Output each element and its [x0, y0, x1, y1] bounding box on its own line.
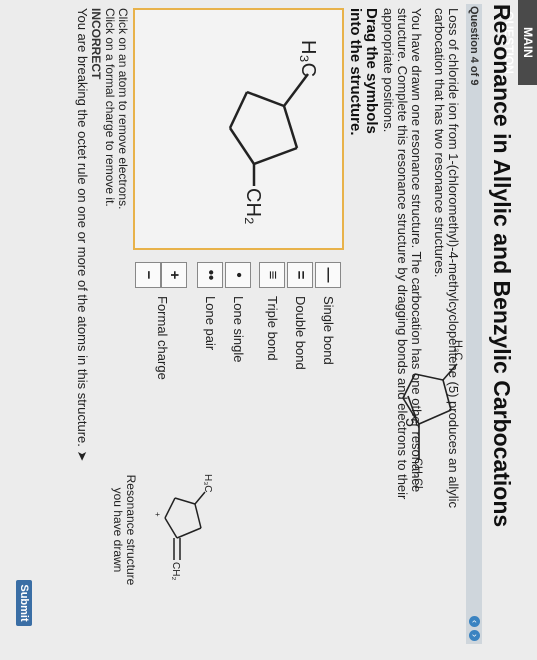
cation-h3c-label: H₃C: [202, 474, 213, 493]
single-bond-label: Single bond: [321, 296, 336, 365]
ring-bond-2[interactable]: [253, 146, 298, 166]
question-number: Question 4 of 9: [468, 6, 480, 86]
status-badge: INCORRECT: [89, 8, 103, 80]
submit-button[interactable]: Submit: [16, 580, 32, 626]
drawing-canvas[interactable]: H₃C CH₂: [133, 8, 344, 250]
triple-bond-label: Triple bond: [265, 296, 280, 361]
page-title: Resonance in Allylic and Benzylic Carboc…: [489, 4, 515, 528]
lone-single-label: Lone single: [231, 296, 246, 363]
canvas-ch2-label[interactable]: CH₂: [242, 188, 264, 225]
drawn-structure-caption: Resonance structure you have drawn: [111, 470, 138, 590]
hint-remove-electrons: Click on an atom to remove electrons.: [116, 8, 130, 210]
cation-ch2-label: CH₂: [170, 562, 181, 580]
ring-bond-3[interactable]: [228, 127, 256, 165]
hint-remove-charge: Click on a formal charge to remove it.: [103, 8, 117, 207]
triple-bond-tool[interactable]: ≡: [259, 262, 285, 288]
formal-charge-label: Formal charge: [155, 296, 170, 380]
feedback-message-text: You are breaking the octet rule on one o…: [75, 8, 90, 447]
cation-plus-icon: +: [153, 512, 162, 517]
lone-single-tool[interactable]: •: [225, 262, 251, 288]
feedback-message: You are breaking the octet rule on one o…: [74, 8, 90, 461]
canvas-molecule: H₃C CH₂: [228, 40, 319, 225]
ring-bond-1[interactable]: [282, 105, 299, 149]
lone-pair-label: Lone pair: [203, 296, 218, 351]
compound-h3c-label: H₃C: [452, 340, 464, 360]
drag-instruction-line2: into the structure.: [347, 8, 364, 136]
cursor-icon: ➤: [75, 450, 90, 462]
main-question-tab[interactable]: MAIN QUESTION: [502, 0, 537, 85]
prev-question-icon[interactable]: ‹: [469, 616, 480, 627]
lone-pair-tool[interactable]: ••: [197, 262, 223, 288]
compound-5-structure: H₃C CH₂Cl: [402, 340, 464, 489]
drag-instruction-line1: Drag the symbols: [363, 8, 380, 134]
drag-instruction: Drag the symbols into the structure.: [347, 8, 380, 136]
double-bond-label: Double bond: [293, 296, 308, 370]
ring-bond-4[interactable]: [228, 91, 249, 129]
double-bond-tool[interactable]: =: [287, 262, 313, 288]
caption-line2: you have drawn: [111, 487, 125, 573]
single-bond-tool[interactable]: —: [315, 262, 341, 288]
bond-methyl[interactable]: [283, 73, 309, 107]
next-question-icon[interactable]: ›: [469, 630, 480, 641]
drawn-resonance-structure: + H₃C CH₂: [153, 474, 213, 580]
canvas-h3c-label[interactable]: H₃C: [297, 40, 319, 77]
question-bar: Question 4 of 9 ‹ ›: [466, 4, 482, 644]
intro-text-line2: carbocation that has two resonance struc…: [432, 8, 447, 278]
compound-ch2cl-label: CH₂Cl: [412, 458, 424, 489]
instruction-line3: appropriate positions.: [381, 8, 396, 133]
caption-line1: Resonance structure: [124, 474, 138, 586]
ring-bond-5[interactable]: [246, 90, 285, 108]
formal-charge-minus-tool[interactable]: −: [135, 262, 161, 288]
question-frame: MAIN QUESTION Resonance in Allylic and B…: [0, 0, 537, 660]
formal-charge-plus-tool[interactable]: +: [161, 262, 187, 288]
